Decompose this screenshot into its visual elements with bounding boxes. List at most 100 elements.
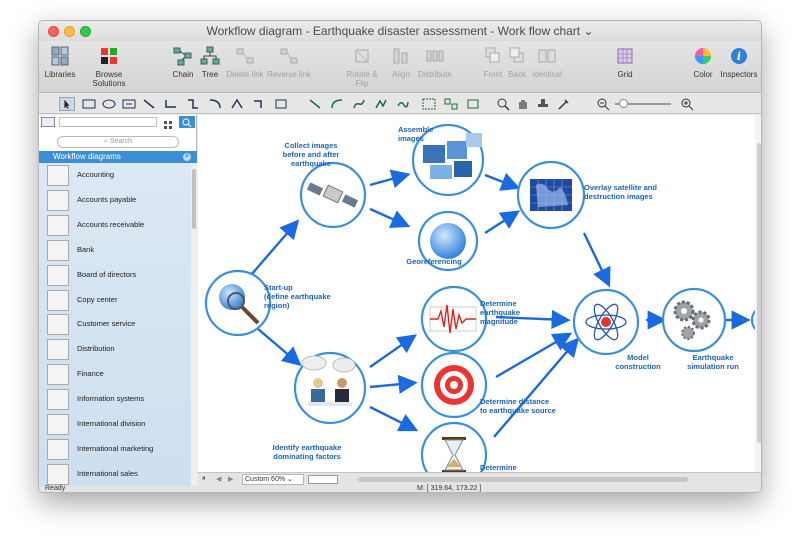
node-magnitude[interactable] xyxy=(420,285,488,353)
arrow-factors-magnitude[interactable] xyxy=(369,334,417,368)
library-item[interactable]: International division xyxy=(39,412,191,437)
rotate-flip-button[interactable]: Rotate & Flip xyxy=(339,43,385,88)
ungroup-tool-icon[interactable] xyxy=(443,97,459,111)
node-factors[interactable] xyxy=(293,351,367,425)
arrow-factors-distance[interactable] xyxy=(369,374,418,394)
pause-icon[interactable]: ⏸ xyxy=(202,475,206,483)
library-item[interactable]: Bank xyxy=(39,238,191,263)
library-item[interactable]: Accounts receivable xyxy=(39,213,191,238)
grid-view-icon[interactable] xyxy=(163,117,173,129)
arrow-georef-overlay[interactable] xyxy=(484,210,521,235)
distribute-button[interactable]: Distribute xyxy=(417,43,453,79)
chain-button[interactable]: Chain xyxy=(169,43,197,79)
library-item[interactable]: International sales xyxy=(39,462,191,486)
canvas-horizontal-scrollbar[interactable] xyxy=(358,477,688,482)
front-button[interactable]: Front xyxy=(481,43,505,79)
identical-button[interactable]: Identical xyxy=(529,43,565,79)
library-item[interactable]: Distribution xyxy=(39,337,191,362)
lock-tool-icon[interactable] xyxy=(465,97,481,111)
canvas-bottom-bar: ⏸ ◀ ▶ Custom 60% ⌄ xyxy=(198,472,761,486)
color-button[interactable]: Color xyxy=(691,43,715,79)
grid-button[interactable]: Grid xyxy=(613,43,637,79)
prev-page-icon[interactable]: ◀ xyxy=(216,475,221,483)
drawing-toolbar xyxy=(39,94,761,114)
pointer-tool-icon[interactable] xyxy=(59,97,75,111)
reverse-link-button[interactable]: Reverse link xyxy=(267,43,311,79)
shape-tool-icon[interactable] xyxy=(273,97,289,111)
mouse-position: M: [ 319.64, 173.22 ] xyxy=(417,485,482,492)
freehand-tool-icon[interactable] xyxy=(395,97,411,111)
status-bar: Ready M: [ 319.64, 173.22 ] xyxy=(39,485,761,492)
diagram-canvas[interactable]: Collect images before and after earthquake… xyxy=(198,115,761,472)
inspectors-button[interactable]: i Inspectors xyxy=(719,43,759,79)
library-search-icon[interactable] xyxy=(179,116,195,128)
stamp-tool-icon[interactable] xyxy=(535,97,551,111)
delete-link-button[interactable]: Delete link xyxy=(225,43,265,79)
library-header[interactable]: Workflow diagrams × xyxy=(39,151,197,163)
node-lasting[interactable] xyxy=(420,421,488,472)
arrow-overlay-model[interactable] xyxy=(582,232,611,288)
node-startup[interactable] xyxy=(204,269,272,337)
align-button[interactable]: Align xyxy=(389,43,413,79)
zoom-out-icon[interactable] xyxy=(595,97,611,111)
arrow-assemble-overlay[interactable] xyxy=(484,172,521,191)
ellipse-tool-icon[interactable] xyxy=(101,97,117,111)
library-menu-icon[interactable] xyxy=(41,117,55,127)
canvas-vertical-scrollbar[interactable] xyxy=(755,115,761,472)
pan-hand-icon[interactable] xyxy=(515,97,531,111)
arrow-collect-assemble[interactable] xyxy=(369,169,411,189)
library-scrollbar[interactable] xyxy=(191,163,197,486)
smart-connector-icon[interactable] xyxy=(163,97,179,111)
library-item[interactable]: Accounting xyxy=(39,163,191,188)
eyedropper-icon[interactable] xyxy=(555,97,571,111)
zoom-in-icon[interactable] xyxy=(679,97,695,111)
node-overlay[interactable] xyxy=(516,160,586,230)
back-button[interactable]: Back xyxy=(506,43,528,79)
zoom-slider[interactable] xyxy=(615,99,671,108)
bezier-tool-icon[interactable] xyxy=(351,97,367,111)
rectangle-tool-icon[interactable] xyxy=(81,97,97,111)
library-item[interactable]: Customer service xyxy=(39,312,191,337)
line-tool-icon[interactable] xyxy=(307,97,323,111)
arrow-distance-model[interactable] xyxy=(495,332,573,379)
text-tool-icon[interactable] xyxy=(121,97,137,111)
library-item[interactable]: Board of directors xyxy=(39,263,191,288)
library-item[interactable]: Finance xyxy=(39,362,191,387)
link-tool-icon[interactable] xyxy=(251,97,267,111)
arc-tool-icon[interactable] xyxy=(329,97,345,111)
arrow-collect-georef[interactable] xyxy=(369,207,411,228)
library-item[interactable]: Information systems xyxy=(39,387,191,412)
library-item-label: Accounting xyxy=(77,170,115,179)
arc-connector-icon[interactable] xyxy=(229,97,245,111)
curved-connector-icon[interactable] xyxy=(185,97,201,111)
library-scroll-thumb[interactable] xyxy=(192,169,196,229)
library-item[interactable]: Copy center xyxy=(39,288,191,313)
zoom-slider-handle[interactable] xyxy=(619,99,628,108)
browse-solutions-button[interactable]: Browse Solutions xyxy=(79,43,139,88)
zoom-select[interactable]: Custom 60% ⌄ xyxy=(242,474,304,485)
libraries-button[interactable]: Libraries xyxy=(43,43,77,79)
close-library-icon[interactable]: × xyxy=(183,153,191,161)
polyline-tool-icon[interactable] xyxy=(373,97,389,111)
library-item[interactable]: International marketing xyxy=(39,437,191,462)
arrow-startup-collect[interactable] xyxy=(250,219,300,276)
target-icon xyxy=(434,365,474,405)
connector-tool-icon[interactable] xyxy=(141,97,157,111)
library-item[interactable]: Accounts payable xyxy=(39,188,191,213)
node-model[interactable] xyxy=(572,288,640,356)
group-tool-icon[interactable] xyxy=(421,97,437,111)
zoom-tool-icon[interactable] xyxy=(495,97,511,111)
svg-text:i: i xyxy=(737,50,741,63)
library-item-label: Accounts payable xyxy=(77,194,137,204)
tree-button[interactable]: Tree xyxy=(197,43,223,79)
arrow-factors-lasting[interactable] xyxy=(369,405,419,432)
next-page-icon[interactable]: ▶ xyxy=(228,475,233,483)
library-search-input[interactable]: ⌕ Search xyxy=(57,136,179,148)
node-distance[interactable] xyxy=(420,351,488,419)
node-collect[interactable] xyxy=(299,161,367,229)
round-connector-icon[interactable] xyxy=(207,97,223,111)
node-simulation[interactable] xyxy=(661,287,727,353)
library-selector[interactable] xyxy=(59,117,157,127)
canvas-scroll-thumb[interactable] xyxy=(757,143,761,443)
page-view-buttons[interactable] xyxy=(308,475,338,484)
